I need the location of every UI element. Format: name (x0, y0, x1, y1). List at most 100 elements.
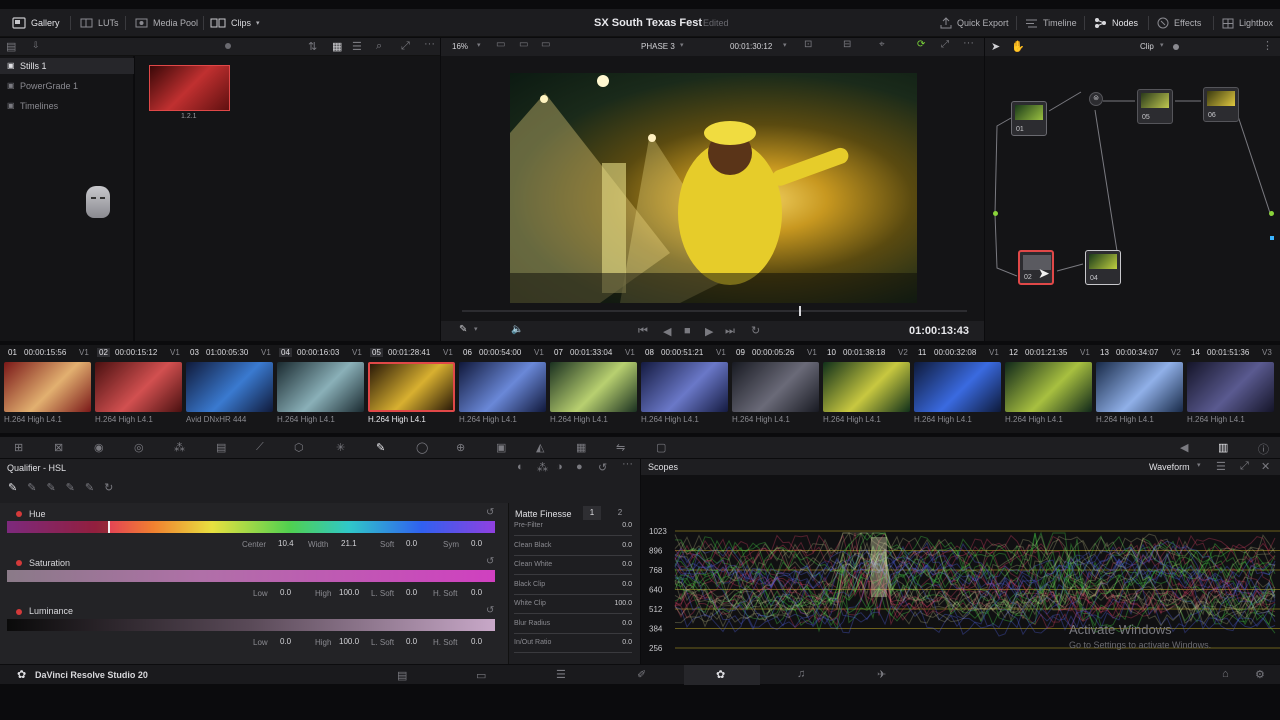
hand-icon[interactable]: ✋ (1011, 40, 1025, 53)
node-06[interactable]: 06 (1203, 87, 1239, 122)
primaries-icon[interactable]: ◉ (94, 441, 104, 454)
list-view-icon[interactable]: ☰ (352, 40, 362, 53)
luminance-high-value[interactable]: 100.0 (339, 637, 359, 646)
saturation-hsoft-value[interactable]: 0.0 (471, 588, 482, 597)
edit-page-icon[interactable]: ☰ (556, 668, 566, 681)
color-match-icon[interactable]: ⊠ (54, 441, 63, 454)
node-04[interactable]: 04 (1085, 250, 1121, 285)
qualifier-mode-icon[interactable]: ◐ (517, 461, 524, 473)
3d-icon[interactable]: ⇋ (616, 441, 625, 454)
matte-param-value[interactable]: 0.0 (622, 620, 632, 627)
blur-icon[interactable]: ▣ (496, 441, 506, 454)
motion-effects-icon[interactable]: ▤ (216, 441, 226, 454)
saturation-high-value[interactable]: 100.0 (339, 588, 359, 597)
curves-icon[interactable]: ⟋ (256, 441, 264, 454)
zoom-slider-handle[interactable] (225, 43, 231, 49)
node-input-dot[interactable] (993, 211, 998, 216)
matte-finesse-row[interactable]: Pre-Filter 0.0 (514, 522, 632, 536)
nodes-button[interactable]: Nodes (1094, 9, 1138, 37)
matte-param-value[interactable]: 0.0 (622, 542, 632, 549)
clip-thumbnail[interactable] (95, 362, 182, 412)
matte-param-slider[interactable] (514, 574, 632, 575)
media-pool-tab[interactable]: Media Pool (135, 9, 198, 37)
matte-param-value[interactable]: 100.0 (614, 600, 632, 607)
audio-meter-icon[interactable]: ◀ (1180, 441, 1188, 454)
viewer-frame[interactable] (510, 73, 917, 303)
expand-icon[interactable]: ⤢ (1240, 460, 1249, 473)
feather-plus-icon[interactable]: ✎ (85, 481, 94, 497)
matte-finesse-row[interactable]: Black Clip 0.0 (514, 581, 632, 595)
clip-thumbnail[interactable] (4, 362, 91, 412)
hue-handle[interactable] (108, 521, 110, 533)
highlight-icon[interactable]: ⌖ (879, 39, 885, 50)
tracker-icon[interactable]: ⊕ (456, 441, 465, 454)
playhead[interactable] (799, 306, 801, 316)
album-item-powergrade[interactable]: ▣ PowerGrade 1 (0, 78, 134, 94)
more-options-icon[interactable]: ··· (622, 458, 633, 470)
gallery-tab[interactable]: Gallery (12, 9, 60, 37)
node-01[interactable]: 01 (1011, 101, 1047, 136)
clip-thumbnail[interactable] (732, 362, 819, 412)
luminance-toggle[interactable] (16, 609, 22, 615)
camera-raw-icon[interactable]: ⊞ (14, 441, 23, 454)
sizing-icon[interactable]: ▦ (576, 441, 586, 454)
matte-tab-1[interactable]: 1 (583, 506, 601, 520)
key-icon[interactable]: ◭ (536, 441, 544, 454)
luminance-slider[interactable] (7, 619, 495, 631)
loop-icon[interactable]: ↻ (751, 324, 760, 337)
scopes-toggle-icon[interactable]: ▥ (1218, 441, 1228, 454)
single-view-icon[interactable]: ▭ (519, 39, 528, 50)
split-screen-icon[interactable]: ▭ (496, 39, 505, 50)
eyedropper-icon[interactable]: ✎ (459, 324, 467, 335)
saturation-reset-icon[interactable]: ↺ (486, 556, 494, 567)
hue-slider[interactable] (7, 521, 495, 533)
matte-finesse-row[interactable]: Clean White 0.0 (514, 561, 632, 575)
hue-width-value[interactable]: 21.1 (341, 539, 357, 548)
matte-param-slider[interactable] (514, 632, 632, 634)
saturation-low-value[interactable]: 0.0 (280, 588, 291, 597)
picker-icon[interactable]: ✎ (8, 481, 17, 497)
scope-mode[interactable]: Waveform (1149, 462, 1190, 472)
effects-button[interactable]: Effects (1157, 9, 1201, 37)
color-warper-icon[interactable]: ⬡ (294, 441, 304, 454)
go-to-start-icon[interactable]: ⏮ (638, 325, 648, 338)
album-item-timelines[interactable]: ▣ Timelines (0, 98, 134, 114)
node-output-alpha[interactable] (1270, 236, 1274, 240)
hue-center-value[interactable]: 10.4 (278, 539, 294, 548)
highlight-matte-icon[interactable]: ◑ (556, 461, 563, 473)
lightbox-button[interactable]: Lightbox (1222, 9, 1273, 37)
node-zoom-handle[interactable] (1173, 44, 1179, 50)
matte-finesse-row[interactable]: Clean Black 0.0 (514, 542, 632, 556)
wipe-icon[interactable]: ⊟ (843, 39, 851, 50)
search-icon[interactable]: ⌕ (376, 40, 382, 53)
home-icon[interactable]: ⌂ (1222, 668, 1229, 680)
matte-param-value[interactable]: 0.0 (622, 522, 632, 529)
matte-param-slider[interactable] (514, 652, 632, 653)
matte-param-value[interactable]: 0.0 (622, 581, 632, 588)
matte-finesse-row[interactable]: Blur Radius 0.0 (514, 620, 632, 634)
go-to-end-icon[interactable]: ⏭ (725, 325, 735, 338)
more-options-icon[interactable]: ··· (424, 38, 435, 50)
matte-param-slider[interactable] (514, 535, 632, 536)
pointer-icon[interactable]: ➤ (991, 40, 1000, 53)
feather-minus-icon[interactable]: ✎ (66, 481, 75, 497)
more-options-icon[interactable]: ⋮ (1262, 39, 1273, 52)
fusion-page-icon[interactable]: ✐ (637, 668, 646, 681)
stop-icon[interactable]: ■ (684, 325, 691, 337)
timeline-button[interactable]: Timeline (1025, 9, 1077, 37)
still-thumbnail[interactable] (149, 65, 230, 111)
scrubber-track[interactable] (462, 310, 967, 312)
reset-icon[interactable]: ↺ (598, 461, 607, 474)
qualifier-icon[interactable]: ✎ (376, 441, 385, 454)
rgb-mixer-icon[interactable]: ⁂ (174, 441, 185, 454)
fairlight-page-icon[interactable]: ♫ (797, 668, 805, 680)
invert-icon[interactable]: ● (576, 461, 583, 473)
node-05[interactable]: 05 (1137, 89, 1173, 124)
saturation-lsoft-value[interactable]: 0.0 (406, 588, 417, 597)
bypass-icon[interactable]: ⟳ (917, 39, 925, 50)
album-item-stills[interactable]: ▣ Stills 1 (0, 58, 134, 74)
sidebar-toggle-icon[interactable]: ▤ (6, 40, 16, 53)
settings-gear-icon[interactable]: ⚙ (1255, 668, 1265, 681)
luminance-lsoft-value[interactable]: 0.0 (406, 637, 417, 646)
clip-thumbnail[interactable] (277, 362, 364, 412)
